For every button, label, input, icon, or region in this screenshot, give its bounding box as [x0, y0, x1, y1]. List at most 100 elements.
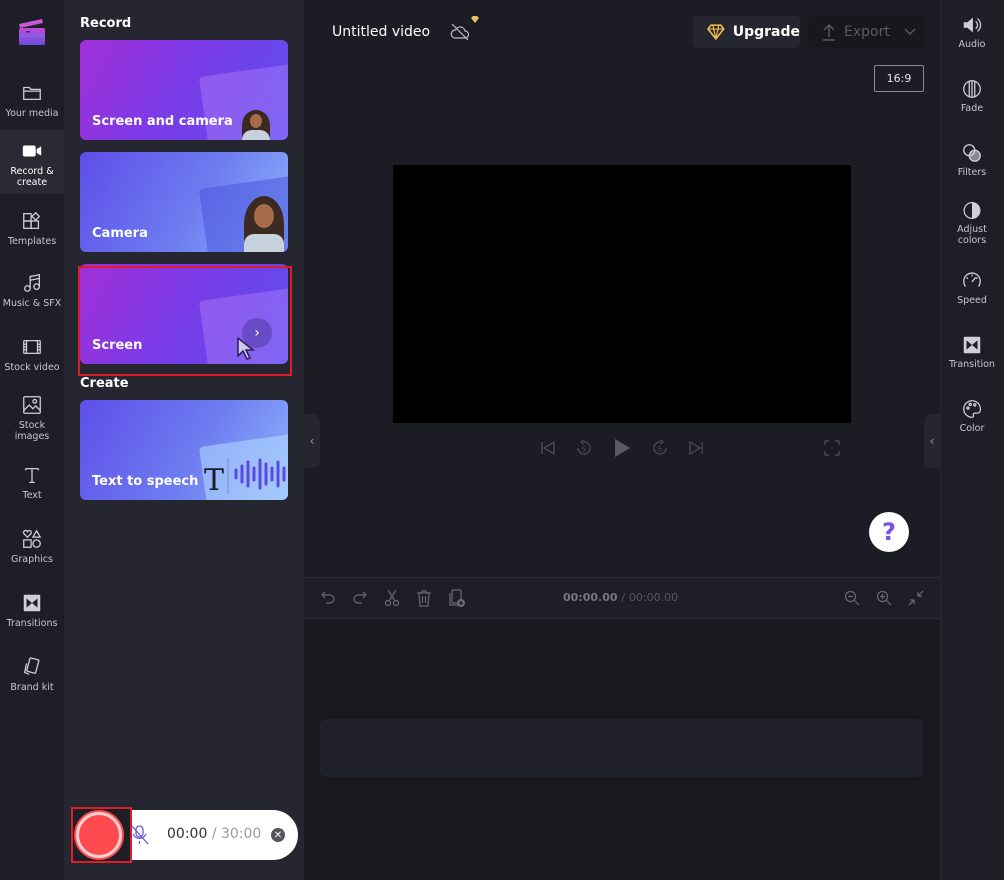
- sidebar-item-label: Record & create: [10, 166, 54, 188]
- text-to-speech-card[interactable]: T Text to speech: [80, 400, 288, 500]
- export-button[interactable]: Export: [808, 16, 924, 48]
- record-create-panel: Record Screen and camera Camera › Screen: [64, 0, 304, 880]
- speedometer-icon: [963, 272, 981, 287]
- collapse-arrows-icon: [908, 590, 924, 606]
- app-logo-icon: [19, 19, 45, 45]
- redo-icon: [353, 591, 367, 604]
- video-camera-icon: [22, 145, 42, 157]
- speaker-icon: [963, 17, 982, 33]
- create-section-title: Create: [80, 376, 129, 391]
- microphone-muted-icon[interactable]: [130, 824, 150, 846]
- cloud-off-icon: [450, 23, 470, 41]
- camera-card[interactable]: Camera: [80, 152, 288, 252]
- close-recorder-icon[interactable]: ✕: [271, 828, 285, 842]
- sidebar-item-record-create[interactable]: Record & create: [0, 130, 64, 194]
- transition-icon: [963, 336, 981, 354]
- fullscreen-icon: [824, 440, 840, 456]
- undo-icon: [321, 591, 335, 604]
- record-button[interactable]: [76, 812, 122, 858]
- duplicate-add-icon: [449, 589, 465, 607]
- sidebar-item-label: Templates: [7, 236, 57, 247]
- properties-item-label: Color: [959, 423, 985, 434]
- chevron-left-icon: ‹: [309, 434, 315, 448]
- sidebar-item-label: Stock images: [14, 420, 50, 442]
- diamond-icon: [707, 24, 725, 40]
- zoom-out-icon: [844, 590, 860, 606]
- aspect-ratio-button[interactable]: 16:9: [874, 65, 924, 92]
- screen-card[interactable]: › Screen: [80, 264, 288, 364]
- sidebar-item-templates[interactable]: Templates: [0, 200, 64, 264]
- collapse-properties-button[interactable]: ‹: [924, 414, 940, 468]
- fade-icon: [963, 80, 981, 98]
- sidebar-item-stock-images[interactable]: Stock images: [0, 384, 64, 448]
- sidebar-item-brand-kit[interactable]: Brand kit: [0, 646, 64, 710]
- sidebar-item-music-sfx[interactable]: Music & SFX: [0, 262, 64, 326]
- image-icon: [23, 396, 41, 414]
- palette-icon: [963, 400, 981, 418]
- filters-icon: [963, 144, 981, 162]
- play-button[interactable]: [612, 438, 632, 458]
- shapes-icon: [22, 529, 42, 548]
- properties-item-label: Fade: [960, 103, 984, 114]
- sidebar-item-transitions[interactable]: Transitions: [0, 582, 64, 646]
- properties-item-filters[interactable]: Filters: [940, 128, 1004, 188]
- skip-to-end-button[interactable]: [686, 438, 706, 458]
- properties-item-speed[interactable]: Speed: [940, 256, 1004, 316]
- trash-icon: [417, 590, 431, 607]
- premium-diamond-icon: [471, 16, 479, 23]
- chevron-left-icon: ‹: [929, 434, 935, 448]
- timeline-time-display: 00:00.00 / 00:00.00: [563, 591, 678, 604]
- project-title[interactable]: Untitled video: [320, 16, 442, 48]
- upgrade-label: Upgrade: [732, 24, 800, 40]
- sidebar-item-label: Transitions: [6, 618, 58, 629]
- text-to-speech-illustration-icon: T: [204, 458, 286, 496]
- undo-button[interactable]: [318, 588, 338, 608]
- fit-timeline-button[interactable]: [906, 588, 926, 608]
- transition-icon: [23, 594, 41, 612]
- delete-button[interactable]: [414, 588, 434, 608]
- forward-5-icon: 5: [653, 439, 667, 455]
- cut-button[interactable]: [382, 588, 402, 608]
- properties-item-adjust-colors[interactable]: Adjust colors: [940, 186, 1004, 246]
- card-label: Screen and camera: [92, 114, 233, 129]
- text-icon: [24, 467, 40, 483]
- export-label: Export: [844, 24, 890, 40]
- sidebar-item-label: Text: [22, 490, 42, 501]
- add-to-timeline-button[interactable]: [447, 588, 467, 608]
- zoom-out-button[interactable]: [842, 588, 862, 608]
- folder-icon: [23, 86, 41, 101]
- sidebar-item-graphics[interactable]: Graphics: [0, 518, 64, 582]
- recording-max-duration: 30:00: [220, 826, 262, 842]
- templates-icon: [23, 211, 41, 229]
- properties-item-transition[interactable]: Transition: [940, 320, 1004, 380]
- properties-item-fade[interactable]: Fade: [940, 64, 1004, 124]
- collapse-panel-button[interactable]: ‹: [304, 414, 320, 468]
- help-button[interactable]: ?: [869, 512, 909, 552]
- skip-forward-icon: [689, 440, 703, 456]
- record-section-title: Record: [80, 16, 132, 31]
- sidebar-item-stock-video[interactable]: Stock video: [0, 326, 64, 390]
- properties-item-audio[interactable]: Audio: [940, 0, 1004, 60]
- timeline-separator: /: [621, 591, 626, 604]
- recording-separator: /: [211, 826, 217, 842]
- sidebar-item-label: Brand kit: [10, 682, 54, 693]
- sidebar-item-label: Your media: [5, 108, 59, 119]
- sidebar-item-your-media[interactable]: Your media: [0, 72, 64, 136]
- redo-button[interactable]: [350, 588, 370, 608]
- sidebar-item-label: Music & SFX: [2, 298, 62, 309]
- properties-item-color[interactable]: Color: [940, 384, 1004, 444]
- screen-and-camera-card[interactable]: Screen and camera: [80, 40, 288, 140]
- timeline-track[interactable]: [320, 719, 923, 777]
- fullscreen-button[interactable]: [822, 438, 842, 458]
- properties-item-label: Speed: [957, 295, 987, 306]
- sidebar-item-text[interactable]: Text: [0, 454, 64, 518]
- brand-kit-icon: [23, 657, 40, 675]
- zoom-in-button[interactable]: [874, 588, 894, 608]
- forward-5s-button[interactable]: 5: [650, 438, 670, 458]
- card-label: Screen: [92, 338, 143, 353]
- person-thumbnail: [244, 196, 284, 252]
- recording-elapsed: 00:00: [167, 826, 208, 842]
- upgrade-button[interactable]: Upgrade: [693, 16, 800, 48]
- rewind-5s-button[interactable]: 5: [574, 438, 594, 458]
- skip-to-start-button[interactable]: [538, 438, 558, 458]
